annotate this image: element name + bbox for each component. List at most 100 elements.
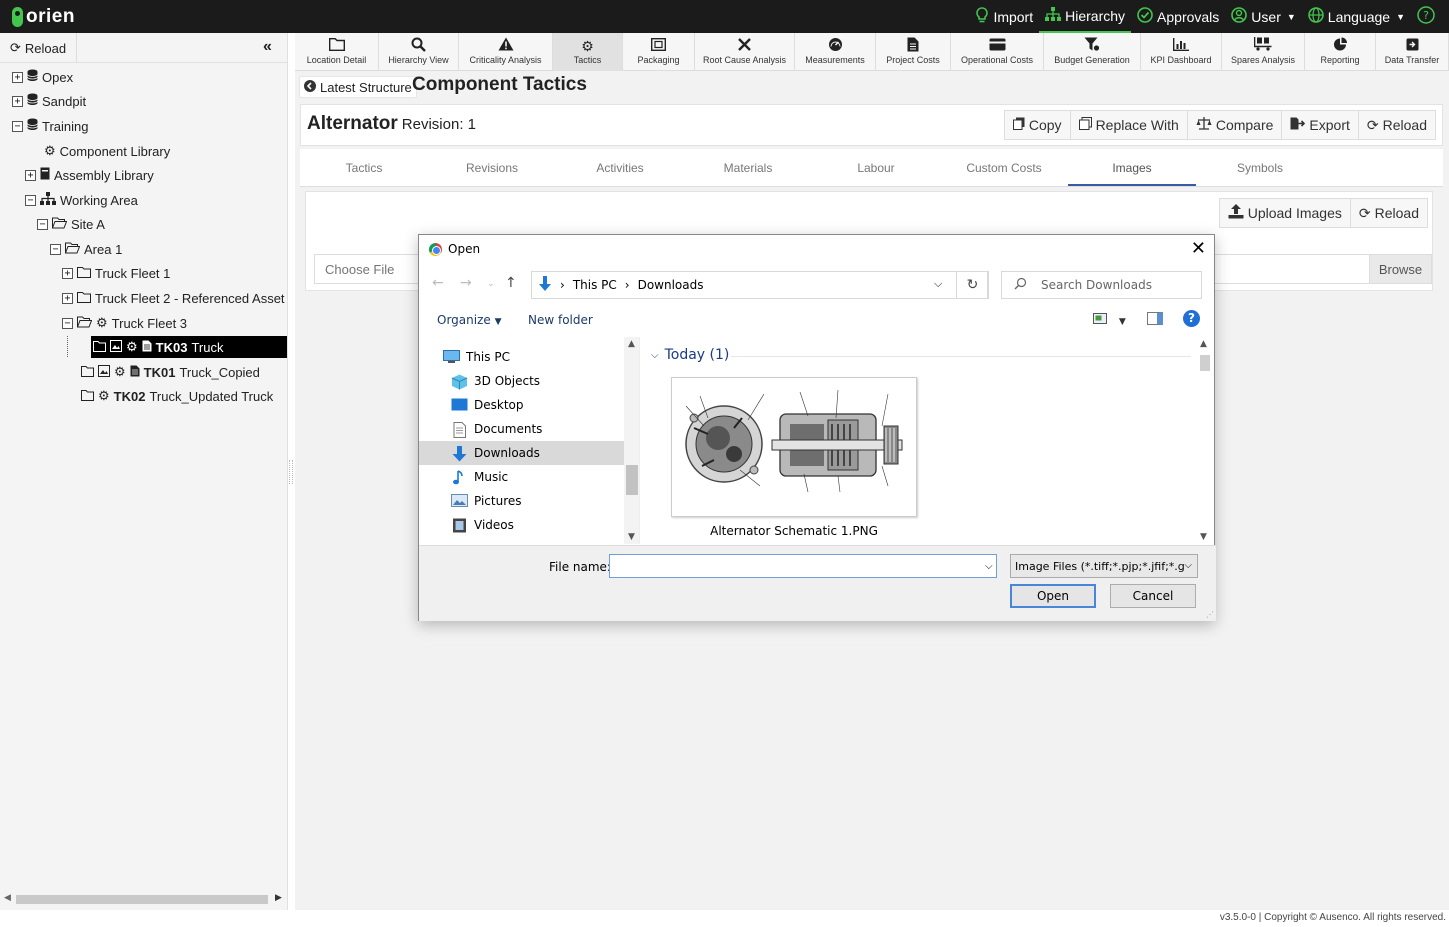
new-folder-button[interactable]: New folder <box>528 313 593 327</box>
scroll-up-icon[interactable]: ▲ <box>628 339 635 349</box>
scroll-down-icon[interactable]: ▼ <box>1200 532 1207 542</box>
nav-downloads[interactable]: Downloads <box>419 441 624 465</box>
nav-approvals[interactable]: Approvals <box>1131 0 1225 33</box>
scroll-down-icon[interactable]: ▼ <box>628 532 635 542</box>
tree-node-sandpit[interactable]: + Sandpit <box>12 90 86 112</box>
open-button[interactable]: Open <box>1010 584 1096 608</box>
search-downloads-input[interactable]: Search Downloads <box>1001 271 1202 299</box>
expand-icon[interactable]: + <box>12 71 23 83</box>
export-button[interactable]: Export <box>1281 110 1359 140</box>
nav-music[interactable]: Music <box>419 465 624 489</box>
scrollbar-thumb[interactable] <box>626 465 638 495</box>
tool-data-transfer[interactable]: Data Transfer <box>1376 33 1449 71</box>
path-this-pc[interactable]: This PC <box>573 278 617 292</box>
resize-grip-icon[interactable]: ⋰ <box>1206 610 1214 619</box>
tree-node-tk02[interactable]: ⚙ TK02 Truck_Updated Truck <box>81 385 273 407</box>
organize-menu[interactable]: Organize ▼ <box>437 313 502 327</box>
breadcrumb-back-button[interactable]: Latest Structure <box>299 76 417 98</box>
tree-node-truck-fleet-2[interactable]: + Truck Fleet 2 - Referenced Asset <box>62 287 285 309</box>
upload-images-button[interactable]: Upload Images <box>1218 198 1351 228</box>
nav-desktop[interactable]: Desktop <box>419 393 624 417</box>
collapse-icon[interactable]: − <box>12 120 23 132</box>
tool-location-detail[interactable]: Location Detail <box>295 33 379 71</box>
close-icon[interactable]: ✕ <box>1191 238 1206 259</box>
refresh-button[interactable]: ↻ <box>956 271 989 299</box>
navigation-scrollbar[interactable]: ▲ ▼ <box>624 337 639 544</box>
collapse-icon[interactable]: − <box>37 218 48 230</box>
tree-node-component-library[interactable]: ⚙ Component Library <box>44 140 170 162</box>
preview-pane-icon[interactable] <box>1147 312 1163 325</box>
tree-node-working-area[interactable]: − Working Area <box>25 189 138 211</box>
tool-packaging[interactable]: Packaging <box>623 33 695 71</box>
tab-materials[interactable]: Materials <box>684 149 812 186</box>
path-downloads[interactable]: Downloads <box>638 278 704 292</box>
tool-hierarchy-view[interactable]: Hierarchy View <box>379 33 459 71</box>
collapse-icon[interactable]: − <box>62 317 73 329</box>
tool-tactics[interactable]: ⚙ Tactics <box>553 33 623 71</box>
scroll-left-icon[interactable]: ◀ <box>4 892 11 903</box>
tree-node-site-a[interactable]: − Site A <box>37 213 105 235</box>
nav-3d-objects[interactable]: 3D Objects <box>419 369 624 393</box>
nav-user[interactable]: User ▼ <box>1225 0 1301 33</box>
tree-node-truck-fleet-3[interactable]: − ⚙ Truck Fleet 3 <box>62 312 187 334</box>
nav-hierarchy[interactable]: Hierarchy <box>1039 0 1132 33</box>
scroll-up-icon[interactable]: ▲ <box>1200 339 1207 349</box>
tool-operational-costs[interactable]: Operational Costs <box>951 33 1044 71</box>
tree-node-assembly-library[interactable]: + Assembly Library <box>25 164 154 186</box>
tree-node-truck-fleet-1[interactable]: + Truck Fleet 1 <box>62 262 170 284</box>
tool-budget-generation[interactable]: Budget Generation <box>1044 33 1141 71</box>
back-arrow-icon[interactable]: ← <box>432 275 444 291</box>
file-type-select[interactable]: Image Files (*.tiff;*.pjp;*.jfif;*.gi ⌵ <box>1010 554 1198 578</box>
nav-videos[interactable]: Videos <box>419 513 624 537</box>
dialog-help-icon[interactable]: ? <box>1183 310 1200 327</box>
tool-measurements[interactable]: Measurements <box>795 33 876 71</box>
copy-button[interactable]: Copy <box>1003 110 1071 140</box>
sidebar-resize-handle[interactable] <box>289 460 293 484</box>
browse-button[interactable]: Browse <box>1369 255 1431 283</box>
tab-images[interactable]: Images <box>1068 149 1196 186</box>
tab-tactics[interactable]: Tactics <box>300 149 428 186</box>
scrollbar-thumb[interactable] <box>16 895 268 904</box>
change-view-button[interactable]: ▼ <box>1093 313 1126 327</box>
compare-button[interactable]: Compare <box>1186 110 1283 140</box>
expand-icon[interactable]: + <box>62 292 73 304</box>
reload-button[interactable]: ⟳ Reload <box>1357 110 1436 140</box>
tree-node-training[interactable]: − Training <box>12 115 88 137</box>
file-name-dropdown-icon[interactable]: ⌵ <box>985 561 993 572</box>
images-reload-button[interactable]: ⟳ Reload <box>1349 198 1428 228</box>
address-dropdown-icon[interactable]: ⌵ <box>934 277 942 291</box>
tab-labour[interactable]: Labour <box>812 149 940 186</box>
nav-language[interactable]: Language ▼ <box>1302 0 1411 33</box>
scrollbar-thumb[interactable] <box>1200 355 1210 371</box>
file-name-input[interactable] <box>609 554 997 578</box>
files-scrollbar[interactable]: ▲ ▼ <box>1197 337 1213 544</box>
nav-help[interactable]: ? <box>1411 0 1441 33</box>
tree-node-area-1[interactable]: − Area 1 <box>50 238 122 260</box>
expand-icon[interactable]: + <box>12 95 23 107</box>
tool-kpi-dashboard[interactable]: KPI Dashboard <box>1141 33 1222 71</box>
replace-with-button[interactable]: Replace With <box>1069 110 1188 140</box>
tool-project-costs[interactable]: Project Costs <box>876 33 951 71</box>
sidebar-reload-button[interactable]: ⟳ Reload <box>10 40 66 56</box>
collapse-icon[interactable]: − <box>50 243 61 255</box>
group-header-today[interactable]: ⌵ Today (1) <box>651 347 729 363</box>
tool-reporting[interactable]: Reporting <box>1305 33 1376 71</box>
nav-documents[interactable]: Documents <box>419 417 624 441</box>
recent-locations-icon[interactable]: ⌄ <box>487 279 495 289</box>
nav-pictures[interactable]: Pictures <box>419 489 624 513</box>
cancel-button[interactable]: Cancel <box>1110 584 1196 608</box>
tool-criticality-analysis[interactable]: Criticality Analysis <box>459 33 553 71</box>
expand-icon[interactable]: + <box>62 267 73 279</box>
tree-node-opex[interactable]: + Opex <box>12 66 73 88</box>
sidebar-horizontal-scrollbar[interactable]: ◀ ▶ <box>0 892 288 906</box>
tab-symbols[interactable]: Symbols <box>1196 149 1324 186</box>
collapse-icon[interactable]: − <box>25 194 36 206</box>
expand-icon[interactable]: + <box>25 169 36 181</box>
orien-logo[interactable]: orien <box>12 6 75 28</box>
nav-import[interactable]: Import <box>969 0 1039 33</box>
collapse-sidebar-icon[interactable]: « <box>263 38 272 56</box>
tool-root-cause-analysis[interactable]: Root Cause Analysis <box>695 33 795 71</box>
tab-custom-costs[interactable]: Custom Costs <box>940 149 1068 186</box>
up-arrow-icon[interactable]: ↑ <box>505 275 517 291</box>
forward-arrow-icon[interactable]: → <box>460 275 472 291</box>
